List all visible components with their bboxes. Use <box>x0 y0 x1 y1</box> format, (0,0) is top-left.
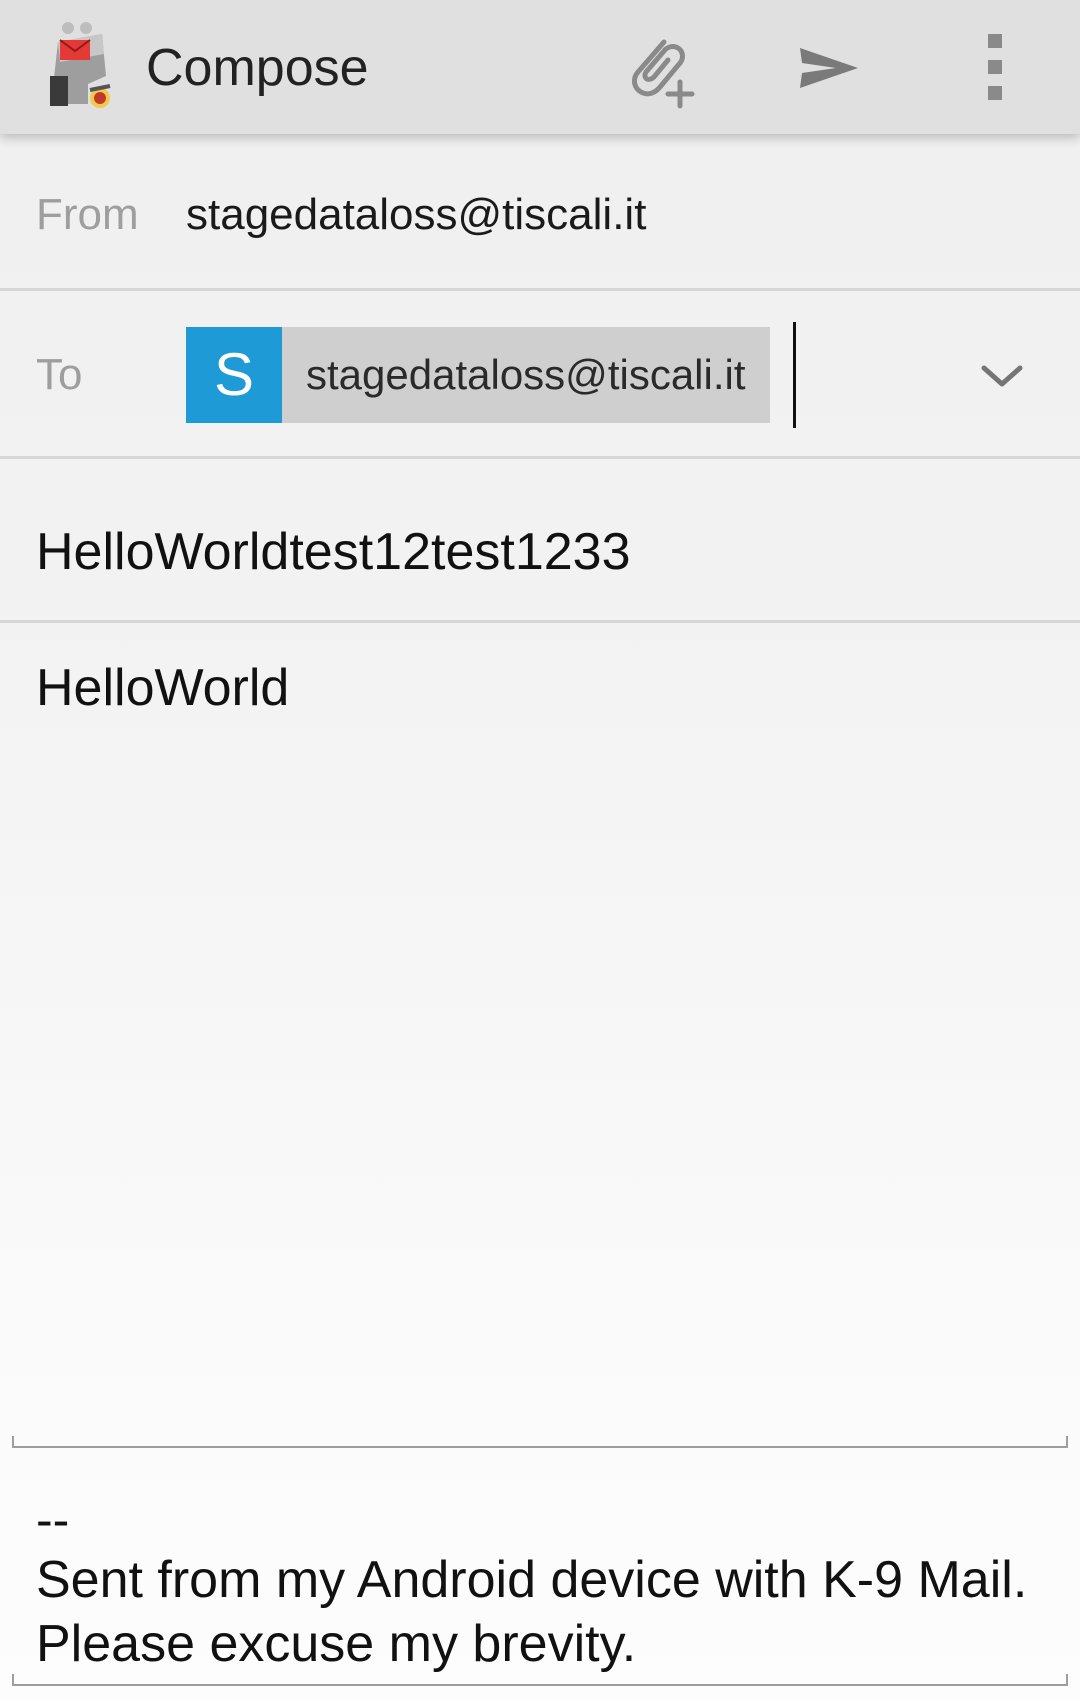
recipient-chip[interactable]: S stagedataloss@tiscali.it <box>186 327 770 423</box>
page-title: Compose <box>146 39 369 97</box>
message-body-field[interactable] <box>0 628 1080 1438</box>
subject-field[interactable]: HelloWorldtest12test1233 <box>36 522 631 582</box>
divider <box>0 456 1080 459</box>
recipient-avatar: S <box>186 327 282 423</box>
attach-add-icon[interactable] <box>608 20 704 116</box>
message-body-text: HelloWorld <box>36 659 290 717</box>
from-account-selector[interactable]: stagedataloss@tiscali.it <box>186 190 646 240</box>
divider <box>0 620 1080 623</box>
to-label: To <box>36 350 83 399</box>
signature-separator: -- <box>36 1492 70 1548</box>
divider <box>0 288 1080 291</box>
signature-field-underline <box>12 1674 1068 1686</box>
k9-mail-robot-dog-icon[interactable] <box>44 20 128 112</box>
send-icon[interactable] <box>778 20 874 116</box>
overflow-menu-icon[interactable] <box>948 20 1044 116</box>
chevron-down-icon[interactable] <box>966 340 1038 412</box>
from-label: From <box>36 190 139 239</box>
to-input-field[interactable] <box>800 327 950 423</box>
text-cursor <box>793 322 796 428</box>
compose-screen: Compose From stagedataloss@tiscali.it To… <box>0 0 1080 1699</box>
signature-text: Sent from my Android device with K-9 Mai… <box>36 1551 1028 1673</box>
body-field-underline <box>12 1436 1068 1448</box>
recipient-address: stagedataloss@tiscali.it <box>282 327 770 423</box>
action-bar: Compose <box>0 0 1080 134</box>
